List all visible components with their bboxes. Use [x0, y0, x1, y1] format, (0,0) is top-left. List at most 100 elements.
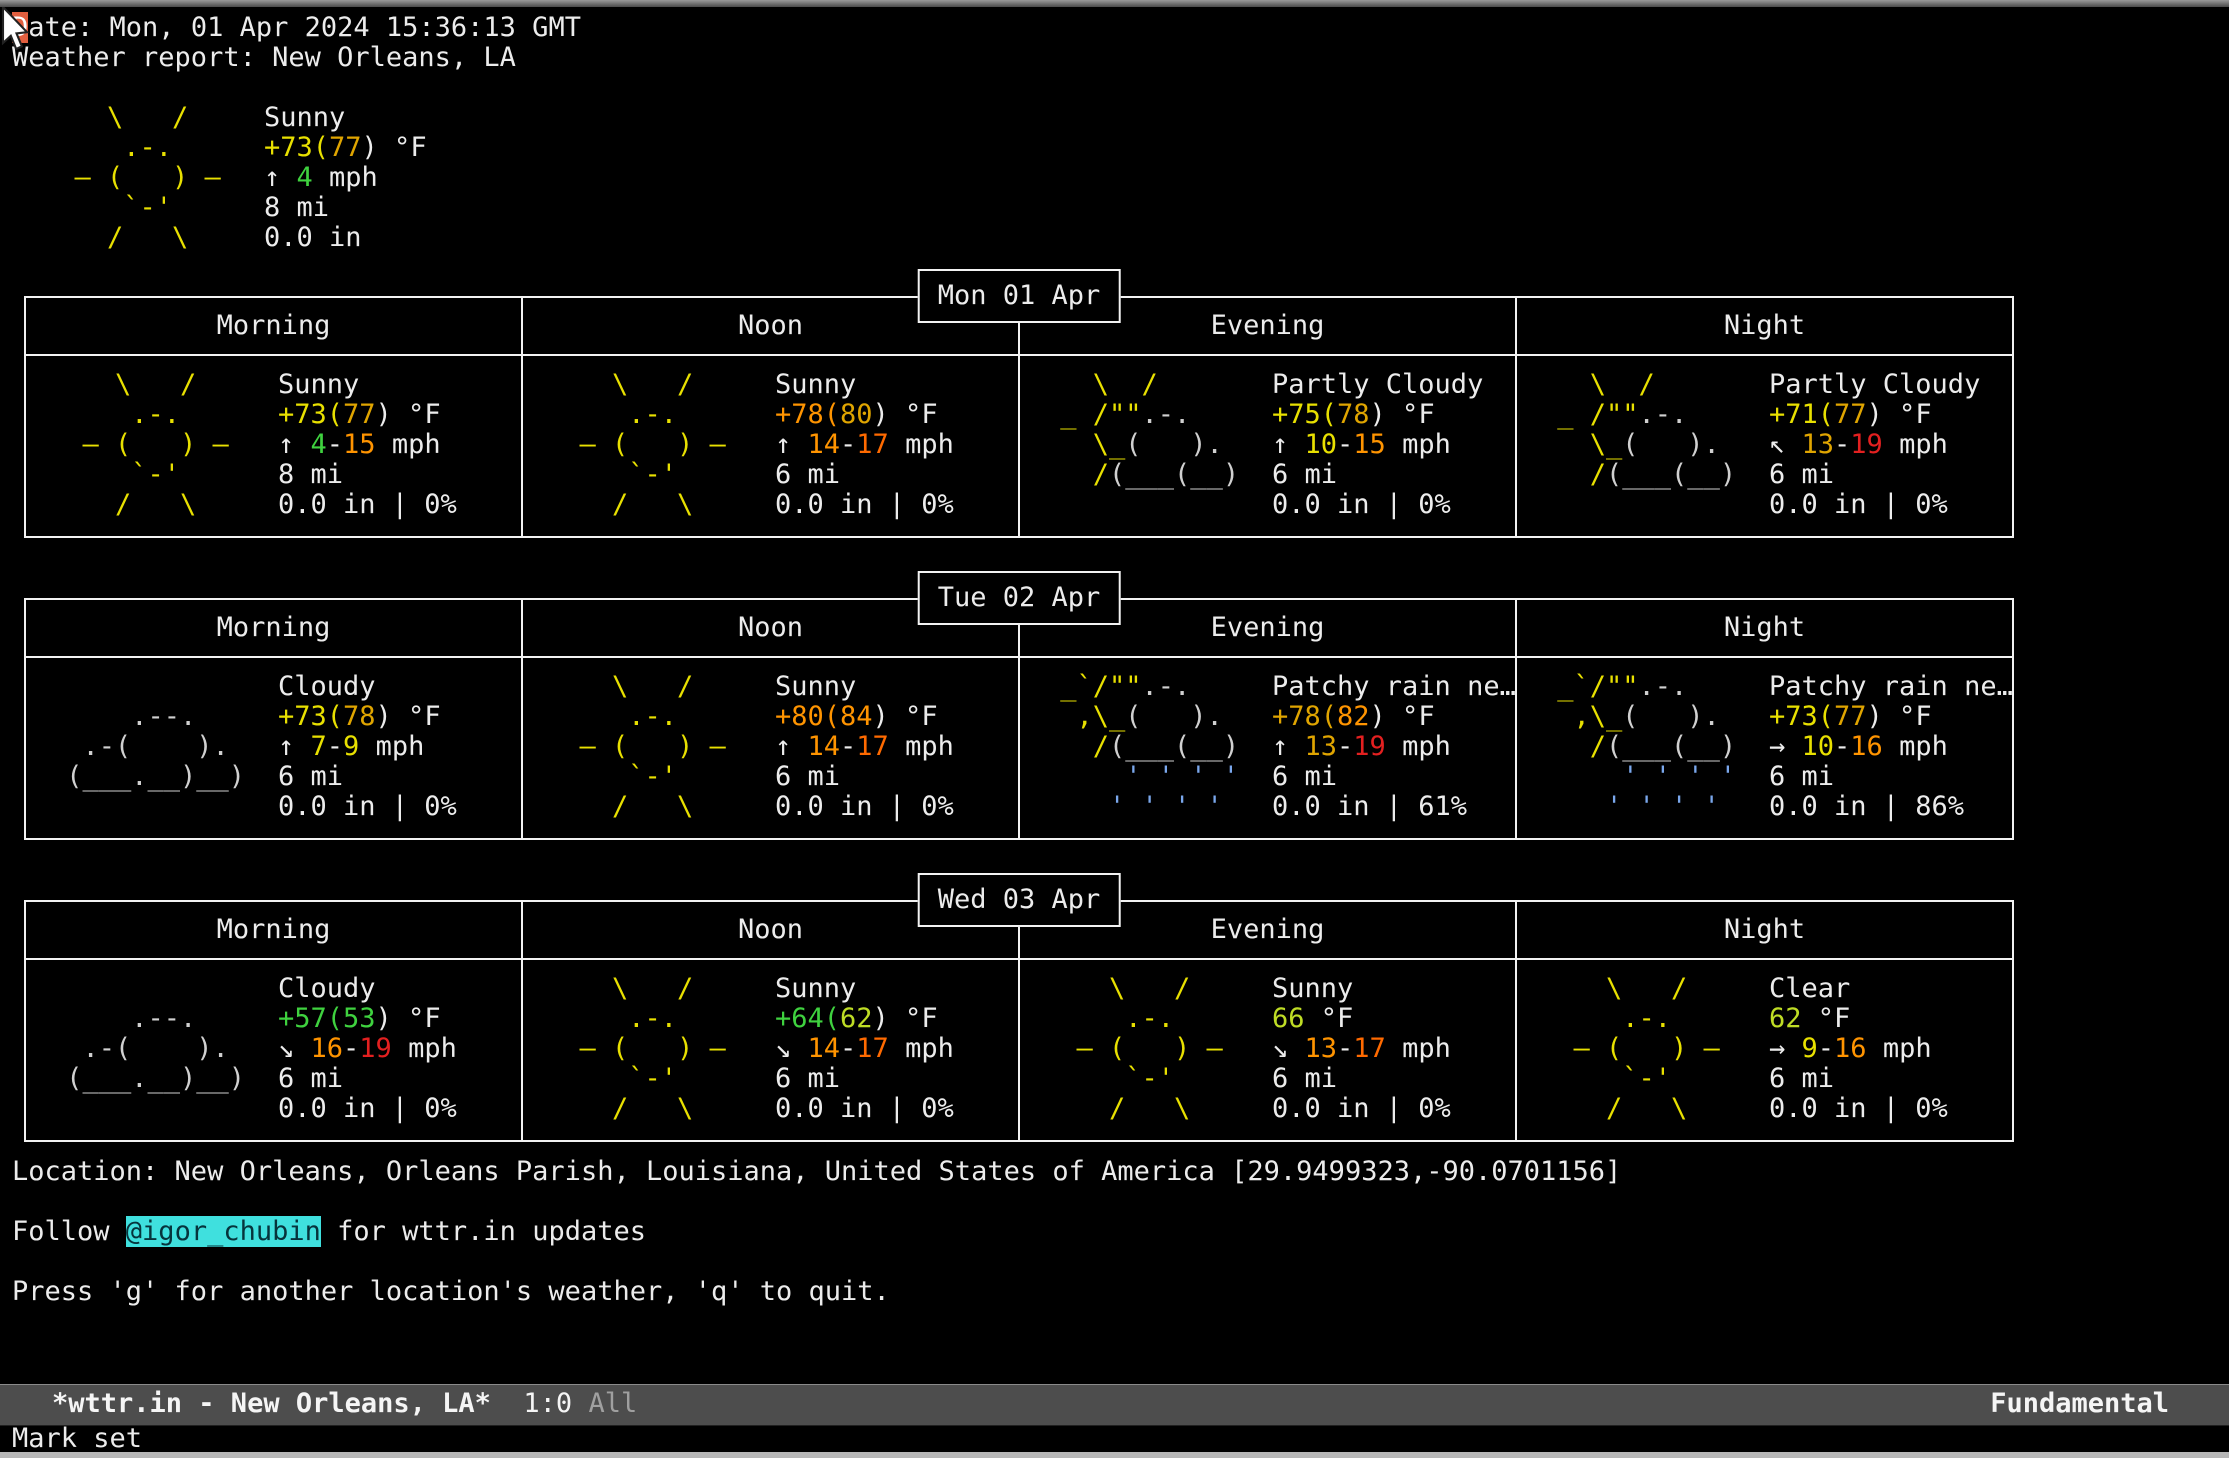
visibility-text: 8 mi — [264, 193, 427, 223]
condition-text: Partly Cloudy — [1272, 370, 1515, 400]
precipitation-text: 0.0 in | 0% — [775, 1094, 1018, 1124]
forecast-cell-evening: \ / .-. ― ( ) ― `-' / \ Sunny 66 °F ↘ 13… — [1020, 960, 1517, 1140]
condition-text: Patchy rain ne… — [1272, 672, 1515, 702]
temperature-text: +73(77) °F — [1769, 702, 2012, 732]
condition-text: Cloudy — [278, 672, 521, 702]
current-weather-text: Sunny +73(77) °F ↑ 4 mph 8 mi 0.0 in — [264, 103, 427, 253]
temperature-text: +78(80) °F — [775, 400, 1018, 430]
period-header-night: Night — [1517, 600, 2012, 656]
major-mode: Fundamental — [1990, 1385, 2229, 1425]
current-weather-icon: \ / .-. ― ( ) ― `-' / \ — [12, 103, 264, 253]
emacs-buffer: Date: Mon, 01 Apr 2024 15:36:13 GMT Weat… — [0, 7, 2229, 1307]
modeline-left: *wttr.in - New Orleans, LA* 1:0 All — [0, 1385, 637, 1425]
condition-text: Sunny — [775, 370, 1018, 400]
forecast-day-table: Tue 02 Apr Morning Noon Evening Night .-… — [24, 598, 2014, 840]
period-header-night: Night — [1517, 298, 2012, 354]
wind-text: ↑ 4 mph — [264, 163, 427, 193]
wind-text: ↑ 14-17 mph — [775, 430, 1018, 460]
precipitation-text: 0.0 in | 0% — [775, 490, 1018, 520]
forecast-cell-evening: _`/"".-. ,\_( ). /(___(__) ' ' ' ' ' ' '… — [1020, 658, 1517, 838]
condition-text: Sunny — [775, 974, 1018, 1004]
window-top-edge — [0, 0, 2229, 7]
precipitation-text: 0.0 in — [264, 223, 427, 253]
wind-text: ↘ 16-19 mph — [278, 1034, 521, 1064]
location-line: Location: New Orleans, Orleans Parish, L… — [12, 1157, 2229, 1187]
forecast-cell-morning: \ / .-. ― ( ) ― `-' / \ Sunny +73(77) °F… — [26, 356, 523, 536]
temperature-text: +78(82) °F — [1272, 702, 1515, 732]
visibility-text: 6 mi — [278, 762, 521, 792]
condition-text: Partly Cloudy — [1769, 370, 2012, 400]
cursor-position: 1:0 — [523, 1388, 572, 1419]
visibility-text: 6 mi — [278, 1064, 521, 1094]
wind-text: ↖ 13-19 mph — [1769, 430, 2012, 460]
weather-icon: \ / .-. ― ( ) ― `-' / \ — [523, 370, 775, 536]
temperature-text: +75(78) °F — [1272, 400, 1515, 430]
keyhint-line: Press 'g' for another location's weather… — [12, 1277, 2229, 1307]
forecast-cell-night: \ / .-. ― ( ) ― `-' / \ Clear 62 °F → 9-… — [1517, 960, 2012, 1140]
visibility-text: 6 mi — [1769, 460, 2012, 490]
weather-icon: .--. .-( ). (___.__)__) — [26, 974, 278, 1140]
wind-text: ↑ 14-17 mph — [775, 732, 1018, 762]
visibility-text: 8 mi — [278, 460, 521, 490]
period-header-morning: Morning — [26, 298, 523, 354]
weather-icon: \ / .-. ― ( ) ― `-' / \ — [26, 370, 278, 536]
precipitation-text: 0.0 in | 0% — [278, 1094, 521, 1124]
wind-text: ↘ 13-17 mph — [1272, 1034, 1515, 1064]
precipitation-text: 0.0 in | 0% — [278, 490, 521, 520]
forecast-row: .--. .-( ). (___.__)__) Cloudy +57(53) °… — [26, 960, 2012, 1140]
wind-text: ↑ 7-9 mph — [278, 732, 521, 762]
condition-text: Patchy rain ne… — [1769, 672, 2012, 702]
precipitation-text: 0.0 in | 0% — [1272, 1094, 1515, 1124]
temperature-text: 62 °F — [1769, 1004, 2012, 1034]
weather-icon: \ / .-. ― ( ) ― `-' / \ — [1020, 974, 1272, 1140]
weather-icon: \ / _ /"".-. \_( ). /(___(__) — [1517, 370, 1769, 536]
period-header-morning: Morning — [26, 902, 523, 958]
twitter-handle[interactable]: @igor_chubin — [126, 1216, 321, 1247]
temperature-text: +73(77) °F — [278, 400, 521, 430]
precipitation-text: 0.0 in | 86% — [1769, 792, 2012, 822]
emacs-modeline[interactable]: *wttr.in - New Orleans, LA* 1:0 All Fund… — [0, 1384, 2229, 1426]
precipitation-text: 0.0 in | 0% — [1769, 1094, 2012, 1124]
day-label: Tue 02 Apr — [918, 571, 1121, 625]
forecast-row: \ / .-. ― ( ) ― `-' / \ Sunny +73(77) °F… — [26, 356, 2012, 536]
condition-text: Sunny — [1272, 974, 1515, 1004]
date-text: ate: Mon, 01 Apr 2024 15:36:13 GMT — [28, 12, 581, 43]
weather-icon: .--. .-( ). (___.__)__) — [26, 672, 278, 838]
visibility-text: 6 mi — [1769, 762, 2012, 792]
current-conditions: \ / .-. ― ( ) ― `-' / \ Sunny +73(77) °F… — [12, 103, 2229, 253]
precipitation-text: 0.0 in | 0% — [1272, 490, 1515, 520]
condition-text: Cloudy — [278, 974, 521, 1004]
temperature-text: +80(84) °F — [775, 702, 1018, 732]
buffer-name: *wttr.in - New Orleans, LA* — [52, 1388, 491, 1419]
forecast-cell-morning: .--. .-( ). (___.__)__) Cloudy +73(78) °… — [26, 658, 523, 838]
temperature-text: +73(78) °F — [278, 702, 521, 732]
condition-text: Clear — [1769, 974, 2012, 1004]
window-bottom-edge — [0, 1452, 2229, 1458]
echo-area[interactable]: Mark set — [0, 1426, 2229, 1452]
footer: Location: New Orleans, Orleans Parish, L… — [12, 1157, 2229, 1307]
weather-icon: _`/"".-. ,\_( ). /(___(__) ' ' ' ' ' ' '… — [1517, 672, 1769, 838]
forecast-day-table: Wed 03 Apr Morning Noon Evening Night .-… — [24, 900, 2014, 1142]
temperature-text: +57(53) °F — [278, 1004, 521, 1034]
report-title: Weather report: New Orleans, LA — [12, 43, 2229, 73]
follow-line: Follow @igor_chubin for wttr.in updates — [12, 1217, 2229, 1247]
forecast-cell-night: _`/"".-. ,\_( ). /(___(__) ' ' ' ' ' ' '… — [1517, 658, 2012, 838]
temperature-text: +73(77) °F — [264, 133, 427, 163]
day-label: Mon 01 Apr — [918, 269, 1121, 323]
follow-suffix: for wttr.in updates — [321, 1216, 646, 1247]
visibility-text: 6 mi — [1272, 762, 1515, 792]
forecast-cell-evening: \ / _ /"".-. \_( ). /(___(__) Partly Clo… — [1020, 356, 1517, 536]
wind-text: ↑ 13-19 mph — [1272, 732, 1515, 762]
precipitation-text: 0.0 in | 0% — [775, 792, 1018, 822]
forecast-row: .--. .-( ). (___.__)__) Cloudy +73(78) °… — [26, 658, 2012, 838]
precipitation-text: 0.0 in | 0% — [278, 792, 521, 822]
condition-text: Sunny — [775, 672, 1018, 702]
precipitation-text: 0.0 in | 61% — [1272, 792, 1515, 822]
temperature-text: 66 °F — [1272, 1004, 1515, 1034]
weather-icon: \ / .-. ― ( ) ― `-' / \ — [1517, 974, 1769, 1140]
forecast-cell-noon: \ / .-. ― ( ) ― `-' / \ Sunny +64(62) °F… — [523, 960, 1020, 1140]
condition-text: Sunny — [278, 370, 521, 400]
visibility-text: 6 mi — [775, 460, 1018, 490]
forecast-cell-noon: \ / .-. ― ( ) ― `-' / \ Sunny +78(80) °F… — [523, 356, 1020, 536]
forecast-cell-night: \ / _ /"".-. \_( ). /(___(__) Partly Clo… — [1517, 356, 2012, 536]
